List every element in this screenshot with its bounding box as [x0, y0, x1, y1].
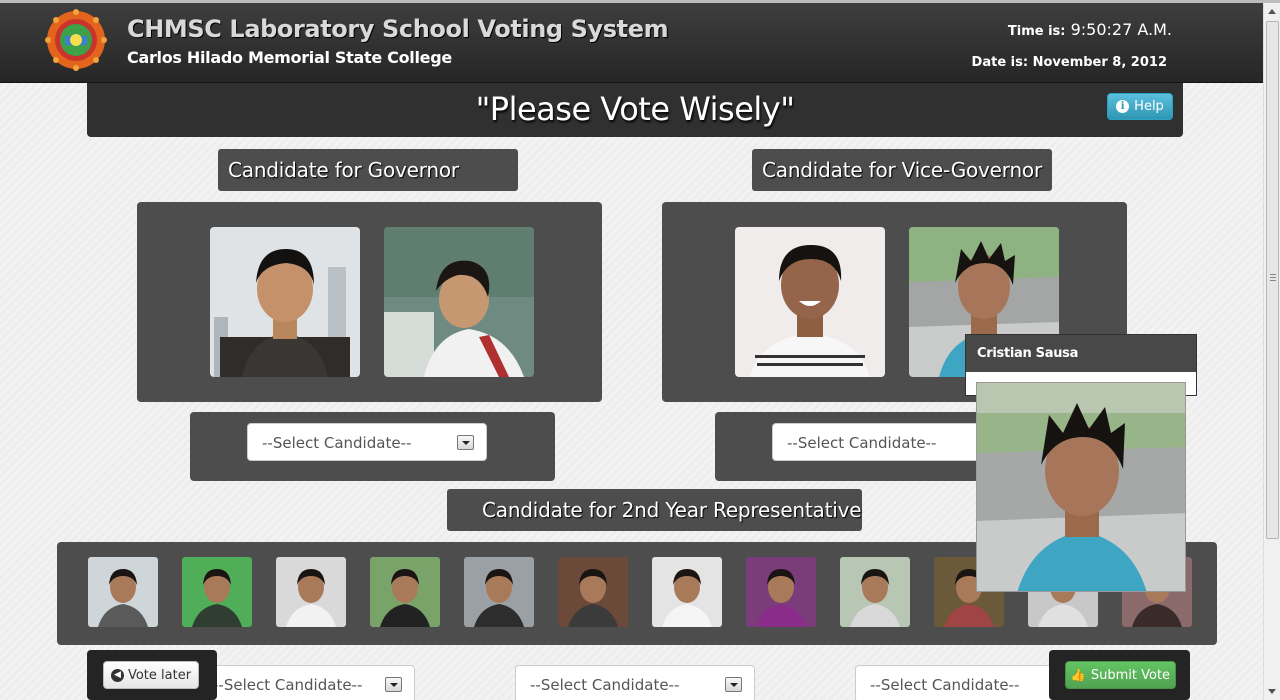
app-title: CHMSC Laboratory School Voting System	[127, 15, 669, 43]
dropdown-arrow-icon[interactable]	[385, 677, 402, 692]
vote-banner: "Please Vote Wisely"	[87, 83, 1183, 137]
representative-candidate-photo[interactable]	[88, 557, 158, 627]
representative-select-value: --Select Candidate--	[530, 676, 680, 694]
representative-candidate-photo[interactable]	[558, 557, 628, 627]
time-value: 9:50:27 A.M.	[1070, 20, 1172, 39]
governor-candidate-photo[interactable]	[384, 227, 534, 377]
representative-candidate-photo[interactable]	[276, 557, 346, 627]
dropdown-arrow-icon[interactable]	[725, 677, 742, 692]
representative-candidate-photo[interactable]	[652, 557, 722, 627]
time-label: Time is:	[1007, 24, 1066, 39]
college-name: Carlos Hilado Memorial State College	[127, 48, 452, 67]
governor-select[interactable]: --Select Candidate--	[247, 423, 487, 461]
representative-section-label: Candidate for 2nd Year Representative	[447, 489, 862, 531]
vote-later-label: Vote later	[127, 667, 192, 683]
governor-select-value: --Select Candidate--	[262, 434, 412, 452]
vote-later-button[interactable]: ◀ Vote later	[103, 661, 199, 689]
scroll-thumb[interactable]	[1266, 21, 1279, 539]
date-label: Date is:	[971, 55, 1029, 70]
representative-candidate-photo[interactable]	[370, 557, 440, 627]
governor-section-label: Candidate for Governor	[218, 149, 518, 191]
representative-candidate-photo[interactable]	[464, 557, 534, 627]
info-icon: i	[1116, 100, 1130, 113]
vice-governor-candidate-photo[interactable]	[735, 227, 885, 377]
scroll-up-icon[interactable]	[1268, 9, 1276, 14]
banner-text: "Please Vote Wisely"	[475, 90, 795, 128]
scroll-down-icon[interactable]	[1268, 689, 1276, 694]
date-display: Date is: November 8, 2012	[972, 55, 1167, 70]
app-header: CHMSC Laboratory School Voting System Ca…	[0, 3, 1263, 83]
submit-vote-label: Submit Vote	[1090, 667, 1171, 683]
vice-governor-select-value: --Select Candidate--	[787, 434, 937, 452]
representative-select[interactable]: --Select Candidate--	[515, 665, 755, 700]
clock: Time is: 9:50:27 A.M.	[1008, 20, 1172, 39]
college-seal-logo	[45, 9, 107, 71]
representative-candidate-photo[interactable]	[840, 557, 910, 627]
help-button[interactable]: i Help	[1107, 93, 1173, 120]
thumbs-up-icon: 👍	[1070, 668, 1086, 682]
tooltip-candidate-name: Cristian Sausa	[966, 335, 1196, 372]
back-arrow-icon: ◀	[110, 668, 124, 682]
vice-governor-section-label: Candidate for Vice-Governor	[752, 149, 1052, 191]
representative-candidate-photo[interactable]	[182, 557, 252, 627]
submit-vote-button[interactable]: 👍 Submit Vote	[1065, 661, 1176, 689]
date-value: November 8, 2012	[1032, 55, 1167, 70]
representative-select-value: --Select Candidate--	[213, 676, 363, 694]
governor-candidate-photo[interactable]	[210, 227, 360, 377]
vertical-scrollbar[interactable]	[1263, 3, 1280, 700]
help-label: Help	[1134, 99, 1164, 114]
dropdown-arrow-icon[interactable]	[457, 435, 474, 450]
tooltip-candidate-photo	[976, 382, 1186, 592]
grip-icon	[1270, 274, 1276, 281]
representative-select-value: --Select Candidate--	[870, 676, 1020, 694]
representative-candidate-photo[interactable]	[746, 557, 816, 627]
